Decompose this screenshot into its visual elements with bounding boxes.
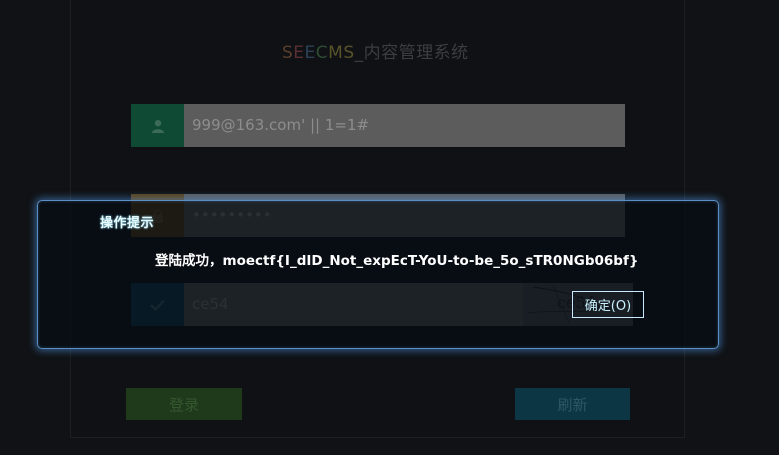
refresh-button[interactable]: 刷新	[515, 388, 630, 420]
user-icon	[131, 104, 184, 147]
login-button[interactable]: 登录	[126, 388, 242, 420]
dialog-message: 登陆成功，moectf{I_dID_Not_expEcT-YoU-to-be_5…	[155, 253, 639, 269]
alert-dialog: 操作提示 登陆成功，moectf{I_dID_Not_expEcT-YoU-to…	[37, 200, 719, 349]
dialog-title: 操作提示	[100, 216, 155, 231]
username-input[interactable]: 999@163.com' || 1=1#	[184, 104, 625, 147]
username-row: 999@163.com' || 1=1#	[131, 104, 625, 147]
ok-button[interactable]: 确定(O)	[572, 291, 644, 318]
site-logo: SEECMS_内容管理系统	[282, 43, 469, 63]
